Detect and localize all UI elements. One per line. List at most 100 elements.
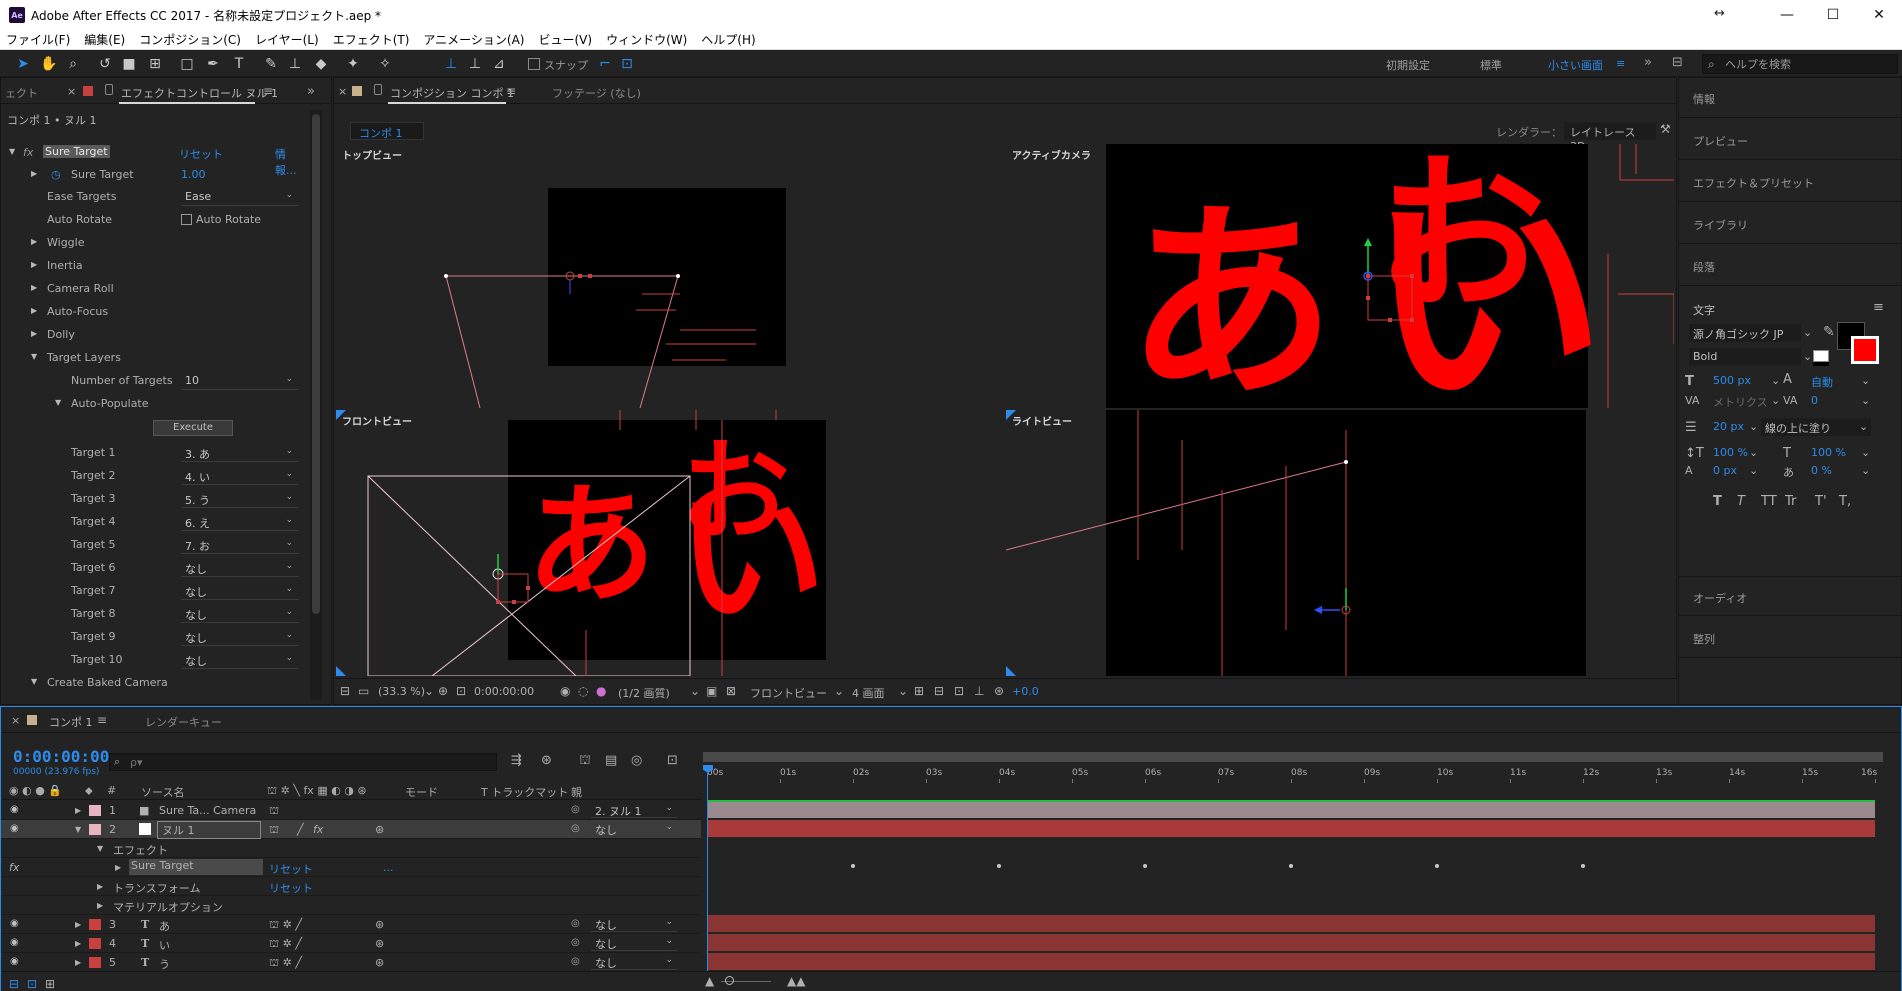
hand-tool-icon[interactable]: ✋ bbox=[40, 55, 58, 73]
keyframe-dot[interactable] bbox=[1143, 864, 1147, 868]
minimize-button[interactable]: — bbox=[1764, 0, 1810, 30]
resize-icon[interactable]: ↔ bbox=[1714, 6, 1725, 21]
toggle-in-out-icon[interactable]: ⊞ bbox=[45, 977, 55, 991]
comp-mini-flowchart-icon[interactable]: ⇶ bbox=[511, 753, 522, 768]
auto-rotate-checkbox[interactable] bbox=[181, 214, 192, 225]
all-caps-button[interactable]: TT bbox=[1761, 494, 1777, 509]
chevron-down-icon[interactable]: ⌄ bbox=[1771, 394, 1780, 407]
tab-effect-controls[interactable]: エフェクトコントロール ヌル 1 bbox=[121, 85, 278, 101]
toggle-switches-icon[interactable]: ⊟ bbox=[9, 977, 19, 991]
sync-settings-icon[interactable]: ⊟ bbox=[1672, 55, 1683, 70]
group-target-layers[interactable]: ▼ Target Layers bbox=[1, 347, 301, 369]
comp-timecode[interactable]: 0:00:00:00 bbox=[474, 685, 534, 698]
rotate-tool-icon[interactable]: ↺ bbox=[96, 55, 114, 73]
chevron-down-icon[interactable]: ⌄ bbox=[424, 684, 434, 698]
effect-scrollbar[interactable] bbox=[310, 110, 322, 700]
panel-paragraph[interactable]: 段落 bbox=[1679, 246, 1901, 286]
menu-window[interactable]: ウィンドウ(W) bbox=[606, 31, 687, 48]
font-size-value[interactable]: 500 px bbox=[1713, 374, 1751, 387]
toggle-modes-icon[interactable]: ⊡ bbox=[27, 977, 37, 991]
close-tab-icon[interactable]: × bbox=[67, 85, 76, 98]
zoom-dropdown[interactable]: (33.3 %) bbox=[378, 685, 425, 698]
sure-target-value[interactable]: 1.00 bbox=[181, 168, 206, 181]
zoom-tool-icon[interactable]: ⌕ bbox=[64, 55, 82, 73]
transform-reset-link[interactable]: リセット bbox=[269, 880, 313, 896]
pickwhip-icon[interactable]: ◎ bbox=[571, 823, 580, 834]
wrench-icon[interactable]: ⚒ bbox=[1660, 122, 1671, 136]
target-dropdown[interactable]: 3. あ ⌄ bbox=[181, 444, 299, 462]
baseline-shift-value[interactable]: 0 px bbox=[1713, 464, 1737, 477]
group-inertia[interactable]: ▶ Inertia bbox=[1, 255, 301, 277]
view-dropdown[interactable]: フロントビュー bbox=[750, 685, 827, 701]
3d-layer-icon[interactable]: ⊛ bbox=[375, 823, 384, 836]
effect-header-row[interactable]: ▼ fx Sure Target リセット 情報... bbox=[1, 142, 301, 177]
expand-triangle-icon[interactable]: ▶ bbox=[31, 329, 37, 338]
collapse-triangle-icon[interactable]: ▼ bbox=[97, 844, 103, 853]
panel-align[interactable]: 整列 bbox=[1679, 618, 1901, 658]
playhead[interactable] bbox=[703, 765, 713, 975]
tab-render-queue[interactable]: レンダーキュー bbox=[145, 714, 222, 730]
group-dolly[interactable]: ▶ Dolly bbox=[1, 324, 301, 346]
subscript-button[interactable]: T, bbox=[1839, 494, 1851, 509]
effect-reset-link[interactable]: リセット bbox=[269, 861, 313, 877]
vertical-scale-value[interactable]: 100 % bbox=[1713, 446, 1748, 459]
layer-name[interactable]: う bbox=[159, 956, 170, 972]
keyframe-dot[interactable] bbox=[851, 864, 855, 868]
layer-label-color[interactable] bbox=[89, 919, 101, 930]
quality-switch-icon[interactable]: ╱ bbox=[297, 823, 304, 836]
layer-label-color[interactable] bbox=[89, 824, 101, 835]
layer-row[interactable]: ◉ ▶ 5 T う ⛫ ✲ ╱ ⊛ ◎ なし ⌄ bbox=[1, 953, 701, 972]
selection-tool-icon[interactable]: ➤ bbox=[14, 55, 32, 73]
fast-preview-icon[interactable]: ⊟ bbox=[934, 684, 944, 698]
menu-composition[interactable]: コンポジション(C) bbox=[139, 31, 241, 48]
horizontal-scale-value[interactable]: 100 % bbox=[1811, 446, 1846, 459]
expand-triangle-icon[interactable]: ▶ bbox=[31, 237, 37, 246]
tab-effects-partial[interactable]: ェクト bbox=[5, 85, 38, 101]
motion-blur-icon[interactable]: ◎ bbox=[631, 753, 642, 768]
target-dropdown[interactable]: なし ⌄ bbox=[181, 559, 299, 577]
graph-editor-icon[interactable]: ⊡ bbox=[667, 753, 678, 768]
pickwhip-icon[interactable]: ◎ bbox=[571, 918, 580, 929]
switches-icons[interactable]: ⛫ ✲ ╱ bbox=[269, 937, 302, 952]
help-search-input[interactable] bbox=[1725, 57, 1893, 72]
region-icon[interactable]: ⊡ bbox=[456, 684, 466, 698]
panel-effects-presets[interactable]: エフェクト＆プリセット bbox=[1679, 162, 1901, 202]
pen-tool-icon[interactable]: ✒ bbox=[204, 55, 222, 73]
column-mode[interactable]: モード bbox=[405, 784, 438, 800]
layer-name[interactable]: い bbox=[159, 937, 170, 953]
viewport-right[interactable]: ライトビュー bbox=[1006, 410, 1674, 676]
group-auto-focus[interactable]: ▶ Auto-Focus bbox=[1, 301, 301, 323]
menu-file[interactable]: ファイル(F) bbox=[6, 31, 70, 48]
expand-triangle-icon[interactable]: ▶ bbox=[75, 920, 81, 929]
timeline-icon[interactable]: ⊡ bbox=[954, 684, 964, 698]
snap-option-icon[interactable]: ⌐ bbox=[596, 55, 614, 73]
shy-switch-icon[interactable]: ⛫ bbox=[269, 823, 279, 838]
time-ruler[interactable]: 00s 01s 02s 03s 04s 05s 06s 07s 08s 09s 10s 11s 12s 1… bbox=[701, 753, 1891, 783]
3d-layer-icon[interactable]: ⊛ bbox=[375, 956, 384, 969]
chevron-down-icon[interactable]: ⌄ bbox=[1859, 420, 1868, 433]
parent-dropdown[interactable]: なし ⌄ bbox=[591, 821, 677, 837]
expand-triangle-icon[interactable]: ▶ bbox=[75, 806, 81, 815]
puppet-pin-tool-icon[interactable]: ✧ bbox=[376, 55, 394, 73]
material-options-row[interactable]: ▶ マテリアルオプション bbox=[1, 896, 701, 915]
effect-sure-target-row[interactable]: fx ▶ Sure Target リセット ... bbox=[1, 858, 701, 877]
fx-icon[interactable]: fx bbox=[23, 146, 33, 159]
collapse-triangle-icon[interactable]: ▼ bbox=[55, 398, 61, 407]
panel-info[interactable]: 情報 bbox=[1679, 78, 1901, 118]
group-create-baked-camera[interactable]: ▼ Create Baked Camera bbox=[1, 672, 301, 694]
tracking-value[interactable]: 0 bbox=[1811, 394, 1818, 407]
scrollbar-thumb[interactable] bbox=[312, 114, 320, 614]
close-window-button[interactable]: ✕ bbox=[1856, 0, 1902, 30]
view-axis-icon[interactable]: ⊿ bbox=[490, 55, 508, 73]
3d-layer-icon[interactable]: ⊛ bbox=[375, 937, 384, 950]
effect-options-link[interactable]: ... bbox=[383, 861, 394, 874]
switches-icons[interactable]: ⛫ ✲ ╱ bbox=[269, 956, 302, 971]
stopwatch-icon[interactable]: ◷ bbox=[51, 168, 61, 181]
parent-dropdown[interactable]: 2. ヌル 1 ⌄ bbox=[591, 802, 677, 818]
timeline-timecode[interactable]: 0:00:00:00 bbox=[13, 747, 109, 766]
clone-stamp-tool-icon[interactable]: ⊥ bbox=[286, 55, 304, 73]
3d-layer-icon[interactable]: ⊛ bbox=[375, 918, 384, 931]
monitor-icon[interactable]: ▭ bbox=[358, 684, 369, 698]
world-axis-icon[interactable]: ⊥ bbox=[466, 55, 484, 73]
type-tool-icon[interactable]: T bbox=[230, 55, 248, 73]
